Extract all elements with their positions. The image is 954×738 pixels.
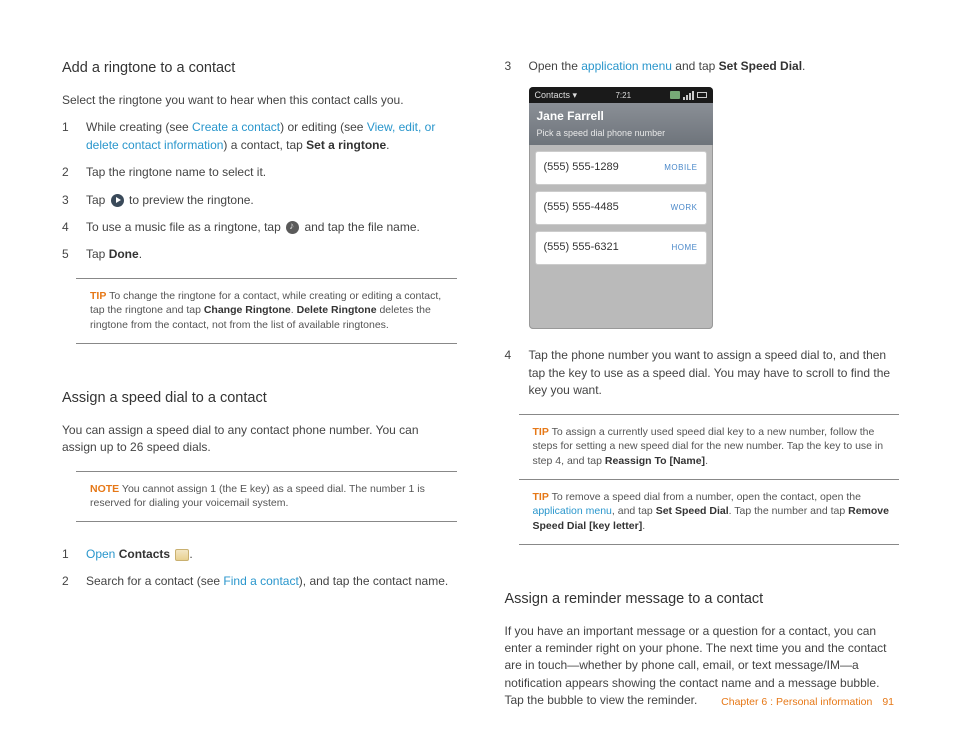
phone-row-mobile[interactable]: (555) 555-1289MOBILE [535, 151, 707, 185]
ev-icon [670, 91, 680, 99]
step-search-contact: Search for a contact (see Find a contact… [86, 573, 457, 590]
step-open-app-menu: Open the application menu and tap Set Sp… [529, 58, 900, 75]
note-speed-dial: NOTE You cannot assign 1 (the E key) as … [76, 471, 457, 522]
step-tap-number: Tap the phone number you want to assign … [529, 347, 900, 399]
phone-header: Jane Farrell Pick a speed dial phone num… [529, 103, 713, 144]
step-2: Tap the ringtone name to select it. [86, 164, 457, 181]
heading-speed-dial: Assign a speed dial to a contact [62, 388, 457, 409]
step-4: To use a music file as a ringtone, tap a… [86, 219, 457, 236]
step-3: Tap to preview the ringtone. [86, 192, 457, 209]
step-1: While creating (see Create a contact) or… [86, 119, 457, 154]
chapter-label: Chapter 6 : Personal information [721, 696, 872, 708]
speed-dial-intro: You can assign a speed dial to any conta… [62, 422, 457, 457]
contacts-icon [175, 549, 189, 561]
heading-add-ringtone: Add a ringtone to a contact [62, 58, 457, 79]
step-5: Tap Done. [86, 246, 457, 263]
link-find-contact[interactable]: Find a contact [223, 574, 298, 588]
play-icon [111, 194, 124, 207]
link-create-contact[interactable]: Create a contact [192, 120, 280, 134]
tip-reassign: TIP To assign a currently used speed dia… [519, 414, 900, 479]
music-icon [286, 221, 299, 234]
tip-change-ringtone: TIP To change the ringtone for a contact… [76, 278, 457, 344]
signal-icon [683, 91, 694, 100]
steps-speed-dial-4: 4Tap the phone number you want to assign… [505, 347, 900, 399]
page-footer: Chapter 6 : Personal information 91 [721, 695, 894, 710]
intro-text: Select the ringtone you want to hear whe… [62, 92, 457, 109]
steps-ringtone: 1 While creating (see Create a contact) … [62, 119, 457, 263]
battery-icon [697, 92, 707, 98]
left-column: Add a ringtone to a contact Select the r… [62, 58, 457, 720]
phone-row-home[interactable]: (555) 555-6321HOME [535, 231, 707, 265]
page-number: 91 [882, 696, 894, 708]
steps-speed-dial-cont: 3 Open the application menu and tap Set … [505, 58, 900, 75]
link-application-menu[interactable]: application menu [581, 59, 672, 73]
step-open-contacts: Open Contacts . [86, 546, 457, 563]
steps-speed-dial: 1 Open Contacts . 2 Search for a contact… [62, 546, 457, 591]
phone-status-bar: Contacts ▾ 7:21 [529, 87, 713, 103]
phone-row-work[interactable]: (555) 555-4485WORK [535, 191, 707, 225]
tip-remove-speed-dial: TIP To remove a speed dial from a number… [519, 479, 900, 545]
link-application-menu-2[interactable]: application menu [533, 505, 612, 517]
phone-screenshot: Contacts ▾ 7:21 Jane Farrell Pick a spee… [529, 87, 713, 329]
heading-reminder: Assign a reminder message to a contact [505, 589, 900, 610]
right-column: 3 Open the application menu and tap Set … [505, 58, 900, 720]
